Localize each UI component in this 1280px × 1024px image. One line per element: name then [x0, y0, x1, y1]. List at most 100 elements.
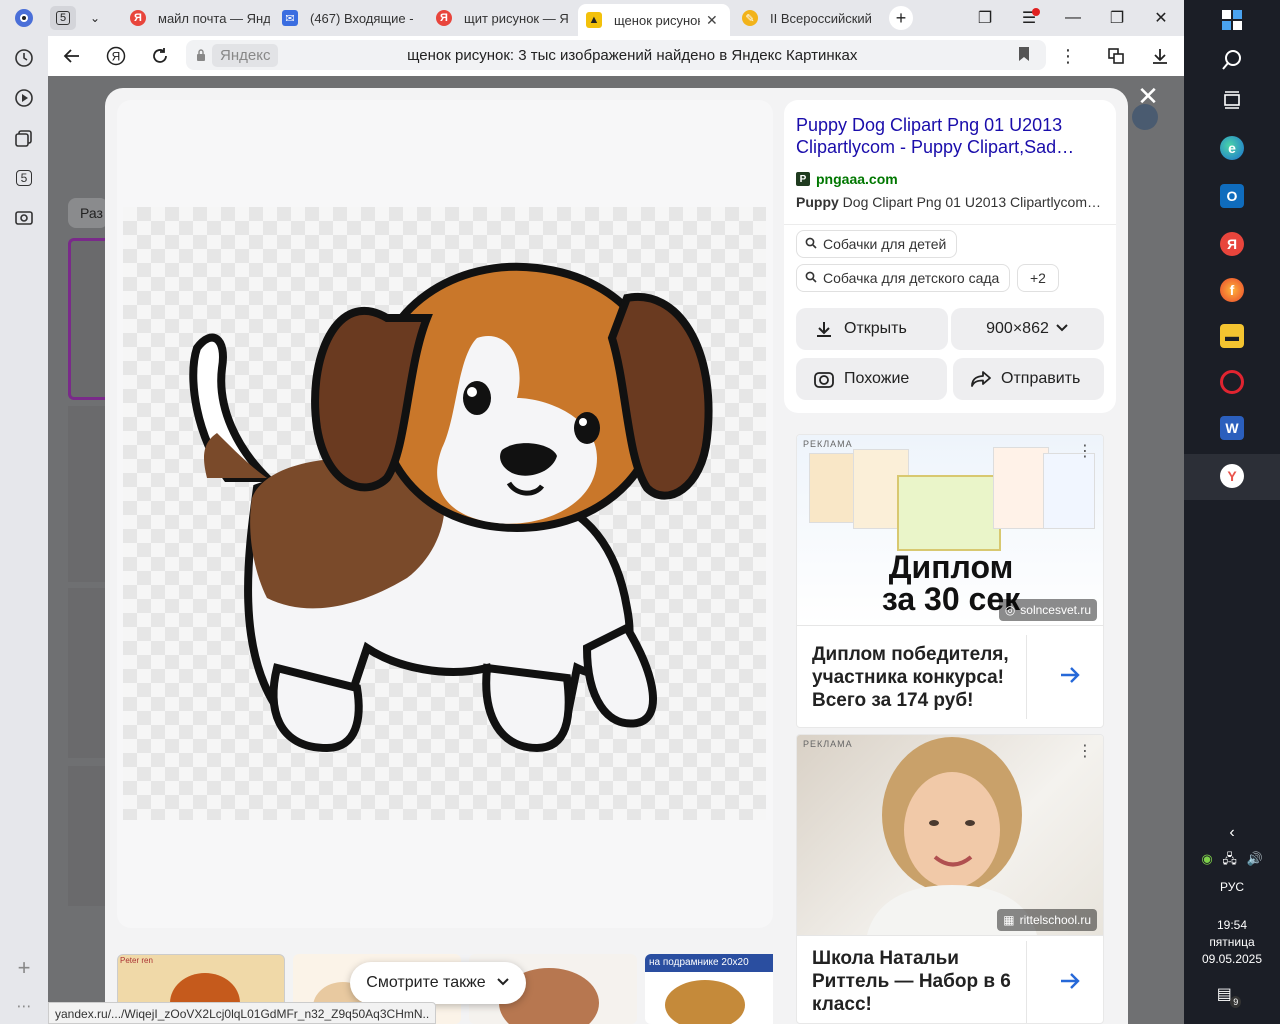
puppy-image[interactable]	[157, 228, 737, 768]
ad-domain[interactable]: ▦ rittelschool.ru	[997, 909, 1097, 931]
ad-banner[interactable]: Диплом за 30 сек	[797, 435, 1103, 625]
ad-text[interactable]: Диплом победителя, участника конкурса! В…	[812, 643, 1022, 712]
minimize-icon[interactable]: —	[1058, 6, 1088, 30]
search-icon[interactable]	[1220, 48, 1244, 72]
related-image-thumbnail[interactable]: на подрамнике 20x20	[645, 954, 773, 1024]
tab-olympiad[interactable]: ✎ II Всероссийский	[734, 4, 884, 32]
yandex-browser-icon[interactable]	[12, 6, 36, 30]
lock-icon[interactable]	[190, 44, 212, 66]
new-tab-button[interactable]: +	[889, 6, 913, 30]
edge-icon[interactable]: e	[1220, 136, 1244, 160]
clock-weekday[interactable]: пятница	[1184, 935, 1280, 949]
task-view-icon[interactable]	[1220, 88, 1244, 112]
clock-time[interactable]: 19:54	[1184, 918, 1280, 932]
result-thumbnail[interactable]	[68, 406, 105, 582]
language-indicator[interactable]: РУС	[1184, 880, 1280, 894]
yandex-logo-icon[interactable]: Я	[104, 44, 128, 68]
tab-strip: 5 ⌄ Я майл почта — Янд ✉ (467) Входящие …	[0, 0, 1184, 36]
ad-domain[interactable]: ◎ solncesvet.ru	[998, 599, 1097, 621]
see-also-button[interactable]: Смотрите также	[350, 962, 526, 1004]
address-host[interactable]: Яндекс	[212, 43, 279, 67]
history-icon[interactable]	[12, 46, 36, 70]
firefox-icon[interactable]: f	[1220, 278, 1244, 302]
word-icon[interactable]: W	[1220, 416, 1244, 440]
volume-icon[interactable]: 🔊	[1246, 851, 1262, 866]
lens-icon	[812, 367, 836, 391]
ad-divider	[1026, 635, 1027, 719]
add-icon[interactable]: +	[12, 955, 36, 980]
collections-icon[interactable]	[12, 126, 36, 150]
download-icon[interactable]	[1148, 44, 1172, 68]
more-icon[interactable]: ⋯	[12, 994, 36, 1018]
address-bar[interactable]: Яндекс щенок рисунок: 3 тыс изображений …	[186, 40, 1046, 70]
close-viewer-icon[interactable]: ✕	[1136, 83, 1160, 109]
result-thumbnail[interactable]	[68, 588, 105, 758]
yandex-icon[interactable]: Я	[1220, 232, 1244, 256]
arrow-right-icon[interactable]	[1059, 661, 1081, 692]
filter-label: Раз	[80, 205, 103, 221]
share-button[interactable]: Отправить	[953, 358, 1104, 400]
arrow-right-icon[interactable]	[1059, 967, 1081, 998]
open-button[interactable]: Открыть	[796, 308, 948, 350]
ad-label: РЕКЛАМА	[803, 439, 853, 449]
tabs-menu-chevron-icon[interactable]: ⌄	[82, 6, 108, 30]
restore-icon[interactable]: ❐	[1102, 6, 1132, 30]
close-tab-icon[interactable]: ✕	[706, 12, 718, 29]
share-label: Отправить	[1001, 370, 1081, 387]
certificate-image	[897, 475, 1001, 551]
thumb-caption-bar: на подрамнике 20x20	[645, 954, 773, 972]
bookmark-icon[interactable]	[1018, 46, 1030, 67]
badge-label: 5	[15, 170, 33, 186]
size-dropdown[interactable]: 900×862	[951, 308, 1104, 350]
tab-title: II Всероссийский	[770, 10, 872, 26]
description-bold: Puppy	[796, 194, 839, 210]
filter-button[interactable]: Раз	[68, 198, 108, 228]
collections-icon[interactable]: ❐	[970, 6, 1000, 30]
close-window-icon[interactable]: ✕	[1146, 6, 1176, 30]
tag-chip[interactable]: Собачки для детей	[796, 230, 958, 258]
image-title-link[interactable]: Puppy Dog Clipart Png 01 U2013 Clipartly…	[796, 114, 1096, 158]
image-description: Puppy Dog Clipart Png 01 U2013 Clipartly…	[796, 194, 1104, 210]
badge-icon[interactable]: 5	[12, 166, 36, 190]
similar-button[interactable]: Похожие	[796, 358, 947, 400]
outlook-icon[interactable]: O	[1220, 184, 1244, 208]
file-explorer-icon[interactable]: ▬	[1220, 324, 1244, 348]
ad-text[interactable]: Школа Натальи Риттель — Набор в 6 класс!	[812, 947, 1022, 1016]
reload-icon[interactable]	[148, 44, 172, 68]
ad-menu-icon[interactable]: ⋮	[1077, 441, 1093, 461]
tab-puppy-drawing[interactable]: ▲ щенок рисунок ✕	[578, 4, 730, 36]
tray-icons: ◉ 🖧 🔊	[1184, 850, 1280, 872]
source-domain[interactable]: P pngaaa.com	[796, 171, 898, 187]
size-label: 900×862	[986, 320, 1049, 337]
ad-photo[interactable]	[797, 735, 1103, 935]
address-page-title[interactable]: щенок рисунок: 3 тыс изображений найдено…	[278, 47, 1046, 64]
ad-menu-icon[interactable]: ⋮	[1077, 741, 1093, 761]
image-preview[interactable]	[117, 100, 773, 928]
network-icon[interactable]: 🖧	[1222, 851, 1237, 866]
notifications-icon[interactable]: ▤ 9	[1184, 984, 1280, 1008]
svg-text:Я: Я	[112, 50, 121, 64]
divider	[784, 224, 1116, 225]
start-icon[interactable]	[1220, 8, 1244, 32]
tab-shield-drawing[interactable]: Я щит рисунок — Я	[428, 4, 574, 32]
extensions-icon[interactable]	[1104, 44, 1128, 68]
more-tags-chip[interactable]: +2	[1017, 264, 1059, 292]
menu-icon[interactable]: ☰	[1014, 6, 1044, 30]
tag-chip[interactable]: Собачка для детского сада	[796, 264, 1011, 292]
tab-inbox[interactable]: ✉ (467) Входящие -	[274, 4, 424, 32]
app-tray-icon[interactable]: ◉	[1201, 851, 1212, 866]
result-thumbnail[interactable]	[68, 766, 105, 906]
result-thumbnail[interactable]	[68, 238, 105, 400]
notification-dot-icon	[1032, 8, 1040, 16]
workspace-button[interactable]: 5	[50, 6, 76, 30]
opera-icon[interactable]	[1220, 370, 1244, 394]
ad-card[interactable]: Диплом за 30 сек РЕКЛАМА ⋮ ◎ solncesvet.…	[796, 434, 1104, 728]
clock-date[interactable]: 09.05.2025	[1184, 952, 1280, 966]
tab-mail[interactable]: Я майл почта — Янд	[122, 4, 270, 32]
ad-card[interactable]: РЕКЛАМА ⋮ ▦ rittelschool.ru Школа Наталь…	[796, 734, 1104, 1024]
tray-expand-icon[interactable]: ‹	[1184, 824, 1280, 842]
screenshot-icon[interactable]	[12, 206, 36, 230]
page-menu-icon[interactable]: ⋮	[1056, 44, 1080, 68]
play-icon[interactable]	[12, 86, 36, 110]
back-arrow-icon[interactable]	[60, 44, 84, 68]
